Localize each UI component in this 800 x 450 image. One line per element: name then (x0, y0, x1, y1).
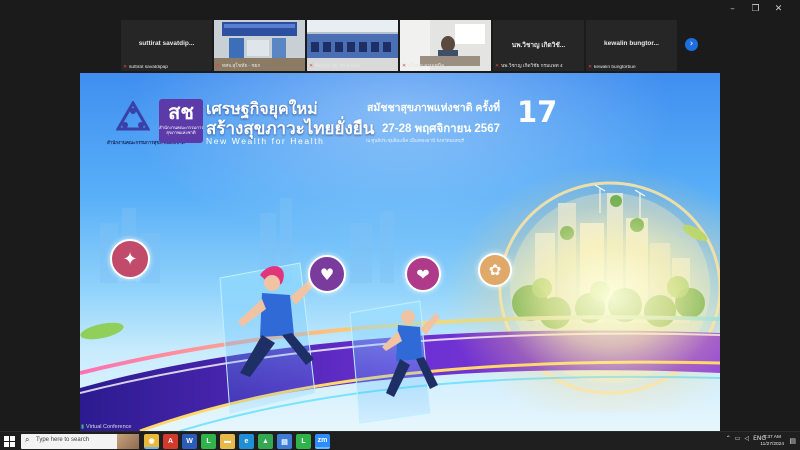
pdf-icon[interactable]: A (163, 434, 178, 449)
participant-caption: ✕ suttirat savatdipap (123, 65, 168, 70)
glow-burst (430, 153, 720, 413)
mic-muted-icon: ✕ (309, 64, 314, 69)
event-number: 17 (517, 95, 558, 129)
taskbar-search[interactable]: ⌕ Type here to search (21, 434, 139, 449)
logo-glyph: สช (168, 100, 194, 124)
participant-video-tile[interactable]: ✕ ทศจ.สุโขทัย - ชยก (214, 20, 305, 71)
participant-caption: ✕ kewalin bungtorbue (588, 65, 636, 70)
edge-icon[interactable]: e (239, 434, 254, 449)
search-highlight-image (117, 434, 139, 449)
chevron-up-icon[interactable]: ⌃ (726, 435, 731, 442)
folder-icon[interactable]: ▬ (220, 434, 235, 449)
notification-icon[interactable]: ▤ (789, 437, 796, 445)
participant-video-tile[interactable]: ✕ สุโขทัย ลานเหนือ (400, 20, 491, 71)
drive-icon[interactable]: ▲ (258, 434, 273, 449)
clock-time: 8:37 AM (763, 435, 781, 440)
lotus-icon: ✿ (478, 253, 512, 287)
participant-tile[interactable]: นพ.วิชาญ เกิดวิชั... ✕ นพ.วิชาญ เกิดวิชัย… (493, 20, 584, 71)
participant-tile[interactable]: kewalin bungtor... ✕ kewalin bungtorbue (586, 20, 677, 71)
participant-caption: ✕ ห้องประชุม รพ.สูงเม่น (309, 64, 360, 69)
desktop: – ❐ ✕ suttirat savatdip... ✕ suttirat sav… (0, 0, 800, 450)
event-name: สมัชชาสุขภาพแห่งชาติ ครั้งที่ (367, 102, 501, 114)
word-icon[interactable]: W (182, 434, 197, 449)
participant-strip: suttirat savatdip... ✕ suttirat savatdipa… (121, 20, 680, 71)
participant-name: suttirat savatdip... (138, 40, 195, 47)
minimize-icon[interactable]: – (721, 3, 744, 15)
triangle-people-icon (115, 99, 151, 131)
photos-icon[interactable]: ▤ (277, 434, 292, 449)
participant-caption: ✕ สุโขทัย ลานเหนือ (402, 64, 444, 69)
event-venue: ณ ศูนย์ประชุมอิมแพ็ค เมืองทองธานี จังหวั… (366, 138, 465, 143)
participant-video-tile[interactable]: ✕ ห้องประชุม รพ.สูงเม่น (307, 20, 398, 71)
network-icon[interactable]: ▭ (735, 435, 741, 442)
mic-muted-icon: ✕ (216, 64, 221, 69)
nhco-logo: สช สำนักงานคณะกรรมการ สุขภาพแห่งชาติ (159, 99, 204, 143)
volume-icon[interactable]: ◁ (744, 435, 749, 442)
clock[interactable]: 8:37 AM 11/27/2024 (760, 434, 784, 448)
search-icon: ⌕ (25, 435, 30, 444)
participant-tile[interactable]: suttirat savatdip... ✕ suttirat savatdipa… (121, 20, 212, 71)
restore-icon[interactable]: ❐ (744, 3, 767, 15)
line-icon-2[interactable]: L (296, 434, 311, 449)
clock-date: 11/27/2024 (760, 442, 784, 447)
logo-text: สุขภาพแห่งชาติ (166, 130, 196, 135)
heart-hand-icon: ❤ (405, 256, 441, 292)
mic-muted-icon: ✕ (402, 64, 407, 69)
chrome-icon[interactable]: ◉ (144, 434, 159, 449)
org-label: สำนักงานคณะกรรมการสุขภาพแห่งชาติ (107, 140, 185, 145)
event-dates: 27-28 พฤศจิกายน 2567 (382, 123, 500, 135)
virtual-conference-caption: ▮ Virtual Conference (81, 424, 132, 430)
sparkle-figure-icon: ✦ (110, 239, 150, 279)
participant-caption: ✕ ทศจ.สุโขทัย - ชยก (216, 64, 261, 69)
shared-screen: สำนักงานคณะกรรมการสุขภาพแห่งชาติ สช สำนั… (80, 73, 720, 431)
zoom-icon[interactable]: zm (315, 434, 330, 449)
line-icon[interactable]: L (201, 434, 216, 449)
close-icon[interactable]: ✕ (767, 3, 790, 15)
windows-start-icon[interactable] (4, 436, 15, 447)
signal-bars-icon: ▮ (81, 424, 85, 430)
pinned-apps: ◉ A W L ▬ e ▲ ▤ Lzm (144, 434, 330, 449)
org-logo: สำนักงานคณะกรรมการสุขภาพแห่งชาติ (107, 99, 185, 146)
participant-name: นพ.วิชาญ เกิดวิชั... (511, 42, 566, 49)
mic-muted-icon: ✕ (495, 64, 500, 69)
participant-caption: ✕ นพ.วิชาญ เกิดวิชัย กรมแพท 4 (495, 64, 563, 69)
mic-muted-icon: ✕ (588, 65, 593, 70)
taskbar: ⌕ Type here to search ◉ A W L ▬ e ▲ ▤ Lzm ⌃ ▭ ◁ … (0, 431, 800, 450)
banner-title-english: New Wealth for Health (206, 136, 325, 146)
mic-muted-icon: ✕ (123, 65, 128, 70)
search-placeholder: Type here to search (36, 437, 90, 443)
next-page-icon[interactable]: › (685, 38, 698, 51)
runner-figure (382, 310, 440, 397)
heart-pulse-icon: ♥ (308, 255, 346, 293)
window-controls: – ❐ ✕ (721, 3, 790, 15)
participant-name: kewalin bungtor... (604, 40, 659, 47)
